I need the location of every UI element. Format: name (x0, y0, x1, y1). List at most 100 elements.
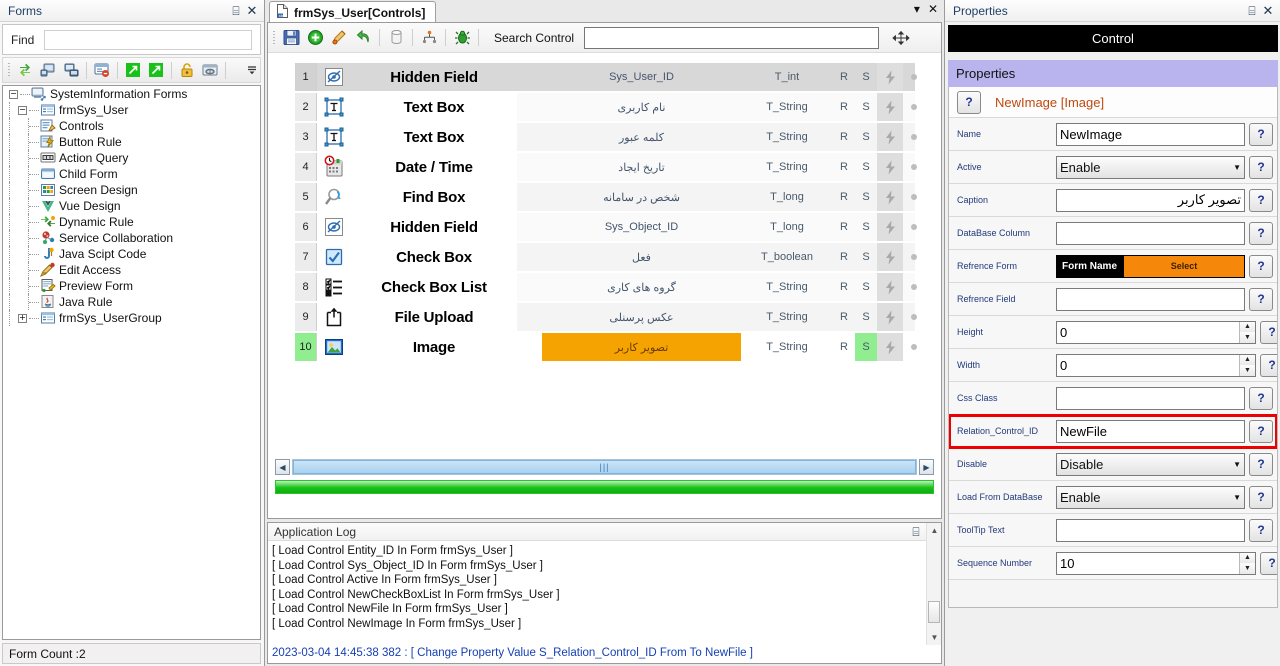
required-flag[interactable]: R (833, 213, 855, 241)
help-button[interactable]: ? (1249, 188, 1273, 212)
dot-icon[interactable] (903, 153, 925, 181)
pin-icon[interactable]: ⌸ (228, 3, 244, 19)
help-button[interactable]: ? (1249, 419, 1273, 443)
bolt-icon[interactable] (877, 63, 903, 91)
bolt-icon[interactable] (877, 333, 903, 361)
properties-list[interactable]: ?NewImage [Image]Name?ActiveEnable▼?Capt… (948, 87, 1278, 608)
controls-grid[interactable]: 1 Hidden Field Sys_User_ID T_int R S 2 Text Box… (295, 63, 917, 363)
required-flag[interactable]: R (833, 303, 855, 331)
deploy-icon[interactable] (199, 60, 221, 81)
edit-icon[interactable] (328, 27, 350, 48)
show-flag[interactable]: S (855, 243, 877, 271)
show-flag[interactable]: S (855, 63, 877, 91)
table-row[interactable]: 9 File Upload عکس پرسنلی T_String R S (295, 303, 917, 333)
pin-icon[interactable]: ⌸ (909, 525, 923, 539)
table-row[interactable]: 1 Hidden Field Sys_User_ID T_int R S (295, 63, 917, 93)
help-button[interactable]: ? (1260, 551, 1277, 575)
tree-item-controls[interactable]: Controls (3, 118, 260, 134)
show-flag[interactable]: S (855, 333, 877, 361)
close-icon[interactable]: ✕ (1260, 3, 1276, 19)
required-flag[interactable]: R (833, 243, 855, 271)
database-icon[interactable] (385, 27, 407, 48)
tree-item-service-collaboration[interactable]: Service Collaboration (3, 230, 260, 246)
dot-icon[interactable] (903, 333, 925, 361)
table-row[interactable]: 2 Text Box نام کاربری T_String R S (295, 93, 917, 123)
hierarchy-icon[interactable] (418, 27, 440, 48)
bolt-icon[interactable] (877, 303, 903, 331)
spinner-down-icon[interactable]: ▼ (1240, 365, 1255, 376)
tree-item-child-form[interactable]: Child Form (3, 166, 260, 182)
spinner-up-icon[interactable]: ▲ (1240, 552, 1255, 563)
help-button[interactable]: ? (1249, 287, 1273, 311)
bolt-icon[interactable] (877, 183, 903, 211)
forms-tree[interactable]: − SystemInformation Forms − frmSys_User Cont… (2, 85, 261, 640)
pin-icon[interactable]: ⌸ (1244, 3, 1260, 19)
tree-item-preview-form[interactable]: Preview Form (3, 278, 260, 294)
required-flag[interactable]: R (833, 183, 855, 211)
required-flag[interactable]: R (833, 273, 855, 301)
toolbar-overflow-icon[interactable] (244, 59, 260, 81)
table-row[interactable]: 7 Check Box فعل T_boolean R S (295, 243, 917, 273)
tree-expander-collapse[interactable]: − (18, 105, 27, 115)
property-select-disable[interactable]: Disable ▼ (1056, 452, 1245, 476)
disconnect-server-icon[interactable] (60, 60, 82, 81)
bolt-icon[interactable] (877, 213, 903, 241)
scroll-down-icon[interactable]: ▼ (927, 630, 942, 645)
bolt-icon[interactable] (877, 243, 903, 271)
search-control-input[interactable] (584, 26, 880, 49)
dot-icon[interactable] (903, 63, 925, 91)
help-button[interactable]: ? (1249, 485, 1273, 509)
show-flag[interactable]: S (855, 183, 877, 211)
grid-horizontal-scrollbar[interactable]: ◀ ||| ▶ (275, 458, 934, 476)
table-row[interactable]: 5 Find Box شخص در سامانه T_long R S (295, 183, 917, 213)
spinner-buttons[interactable]: ▲ ▼ (1239, 552, 1255, 574)
dot-icon[interactable] (903, 123, 925, 151)
spinner-up-icon[interactable]: ▲ (1240, 354, 1255, 365)
tree-item-edit-access[interactable]: Edit Access (3, 262, 260, 278)
tree-item-java-rule[interactable]: Java Rule (3, 294, 260, 310)
move-icon[interactable] (891, 28, 911, 48)
refresh-icon[interactable] (14, 60, 36, 81)
add-icon[interactable] (304, 27, 326, 48)
tree-item-systeminformation-forms[interactable]: − SystemInformation Forms (3, 86, 260, 102)
show-flag[interactable]: S (855, 123, 877, 151)
arrow-left-icon[interactable]: ◀ (275, 459, 290, 475)
required-flag[interactable]: R (833, 63, 855, 91)
bolt-icon[interactable] (877, 123, 903, 151)
table-row[interactable]: 10 Image تصویر کاربر T_String R S (295, 333, 917, 363)
property-spinner-width[interactable]: ▲▼ (1056, 353, 1256, 377)
hscroll-thumb[interactable]: ||| (293, 460, 916, 474)
property-input-database-column[interactable] (1056, 221, 1245, 245)
help-button[interactable]: ? (1260, 320, 1277, 344)
table-row[interactable]: 6 Hidden Field Sys_Object_ID T_long R S (295, 213, 917, 243)
help-button[interactable]: ? (1249, 221, 1273, 245)
spinner-up-icon[interactable]: ▲ (1240, 321, 1255, 332)
help-button[interactable]: ? (1260, 353, 1277, 377)
property-input-relation-control-id[interactable] (1056, 419, 1245, 443)
dot-icon[interactable] (903, 243, 925, 271)
property-reference-refrence-form[interactable]: Form Name Select (1056, 254, 1245, 278)
help-button[interactable]: ? (1249, 452, 1273, 476)
tree-item-dynamic-rule[interactable]: Dynamic Rule (3, 214, 260, 230)
property-spinner-input[interactable] (1057, 552, 1239, 574)
table-row[interactable]: 3 Text Box کلمه عبور T_String R S (295, 123, 917, 153)
spinner-buttons[interactable]: ▲ ▼ (1239, 354, 1255, 376)
help-button[interactable]: ? (1249, 122, 1273, 146)
show-flag[interactable]: S (855, 153, 877, 181)
show-flag[interactable]: S (855, 273, 877, 301)
help-button[interactable]: ? (1249, 518, 1273, 542)
form-remove-icon[interactable] (91, 60, 113, 81)
dot-icon[interactable] (903, 183, 925, 211)
tree-item-java-scipt-code[interactable]: Java Scipt Code (3, 246, 260, 262)
required-flag[interactable]: R (833, 123, 855, 151)
tree-item-vue-design[interactable]: Vue Design (3, 198, 260, 214)
help-button[interactable]: ? (1249, 254, 1273, 278)
property-input-name[interactable] (1056, 122, 1245, 146)
close-icon[interactable]: ✕ (244, 3, 260, 19)
save-icon[interactable] (280, 27, 302, 48)
property-input-refrence-field[interactable] (1056, 287, 1245, 311)
dot-icon[interactable] (903, 93, 925, 121)
log-scroll-thumb[interactable] (928, 601, 940, 623)
close-icon[interactable]: ✕ (928, 2, 938, 16)
property-spinner-height[interactable]: ▲▼ (1056, 320, 1256, 344)
